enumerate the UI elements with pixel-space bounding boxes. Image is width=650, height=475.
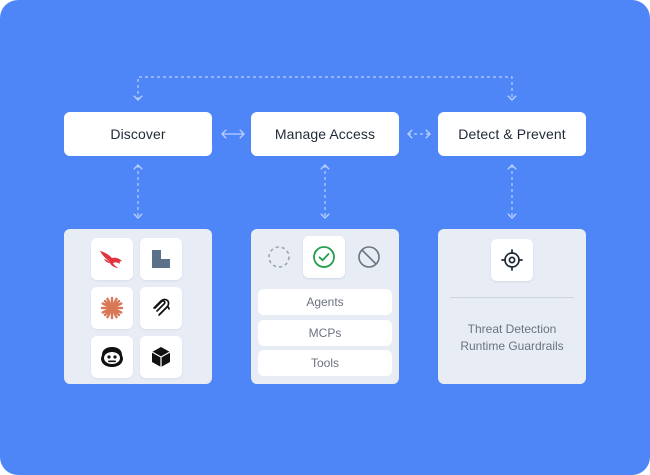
runtime-guardrails-label: Runtime Guardrails bbox=[460, 339, 564, 353]
discover-panel bbox=[64, 229, 212, 384]
manage-access-panel: Agents MCPs Tools bbox=[251, 229, 399, 384]
mcps-item[interactable]: MCPs bbox=[258, 320, 392, 346]
discover-card: Discover bbox=[64, 112, 212, 156]
integration-logo-grid bbox=[91, 238, 182, 378]
cube-logo-icon bbox=[140, 336, 182, 378]
folded-square-logo-icon bbox=[140, 238, 182, 280]
detect-prevent-card: Detect & Prevent bbox=[438, 112, 586, 156]
starburst-logo-icon bbox=[91, 287, 133, 329]
falcon-logo-icon bbox=[91, 238, 133, 280]
tools-item[interactable]: Tools bbox=[258, 350, 392, 376]
paperclip-logo-icon bbox=[140, 287, 182, 329]
discover-label: Discover bbox=[110, 126, 166, 142]
detect-capabilities-text: Threat Detection Runtime Guardrails bbox=[438, 321, 586, 355]
blocked-circle-icon[interactable] bbox=[348, 236, 390, 278]
agents-item[interactable]: Agents bbox=[258, 289, 392, 315]
manage-access-label: Manage Access bbox=[274, 126, 376, 142]
manage-access-card: Manage Access bbox=[251, 112, 399, 156]
panel-divider bbox=[450, 297, 574, 298]
dashed-circle-icon[interactable] bbox=[258, 236, 300, 278]
target-icon bbox=[491, 239, 533, 281]
diagram-canvas: Discover Manage Access Detect & Prevent bbox=[0, 0, 650, 475]
detect-prevent-panel: Threat Detection Runtime Guardrails bbox=[438, 229, 586, 384]
check-circle-icon[interactable] bbox=[303, 236, 345, 278]
threat-detection-label: Threat Detection bbox=[467, 322, 557, 336]
access-status-row bbox=[258, 236, 390, 278]
detect-prevent-label: Detect & Prevent bbox=[458, 126, 566, 142]
loop-connector bbox=[133, 76, 517, 101]
robot-face-logo-icon bbox=[91, 336, 133, 378]
